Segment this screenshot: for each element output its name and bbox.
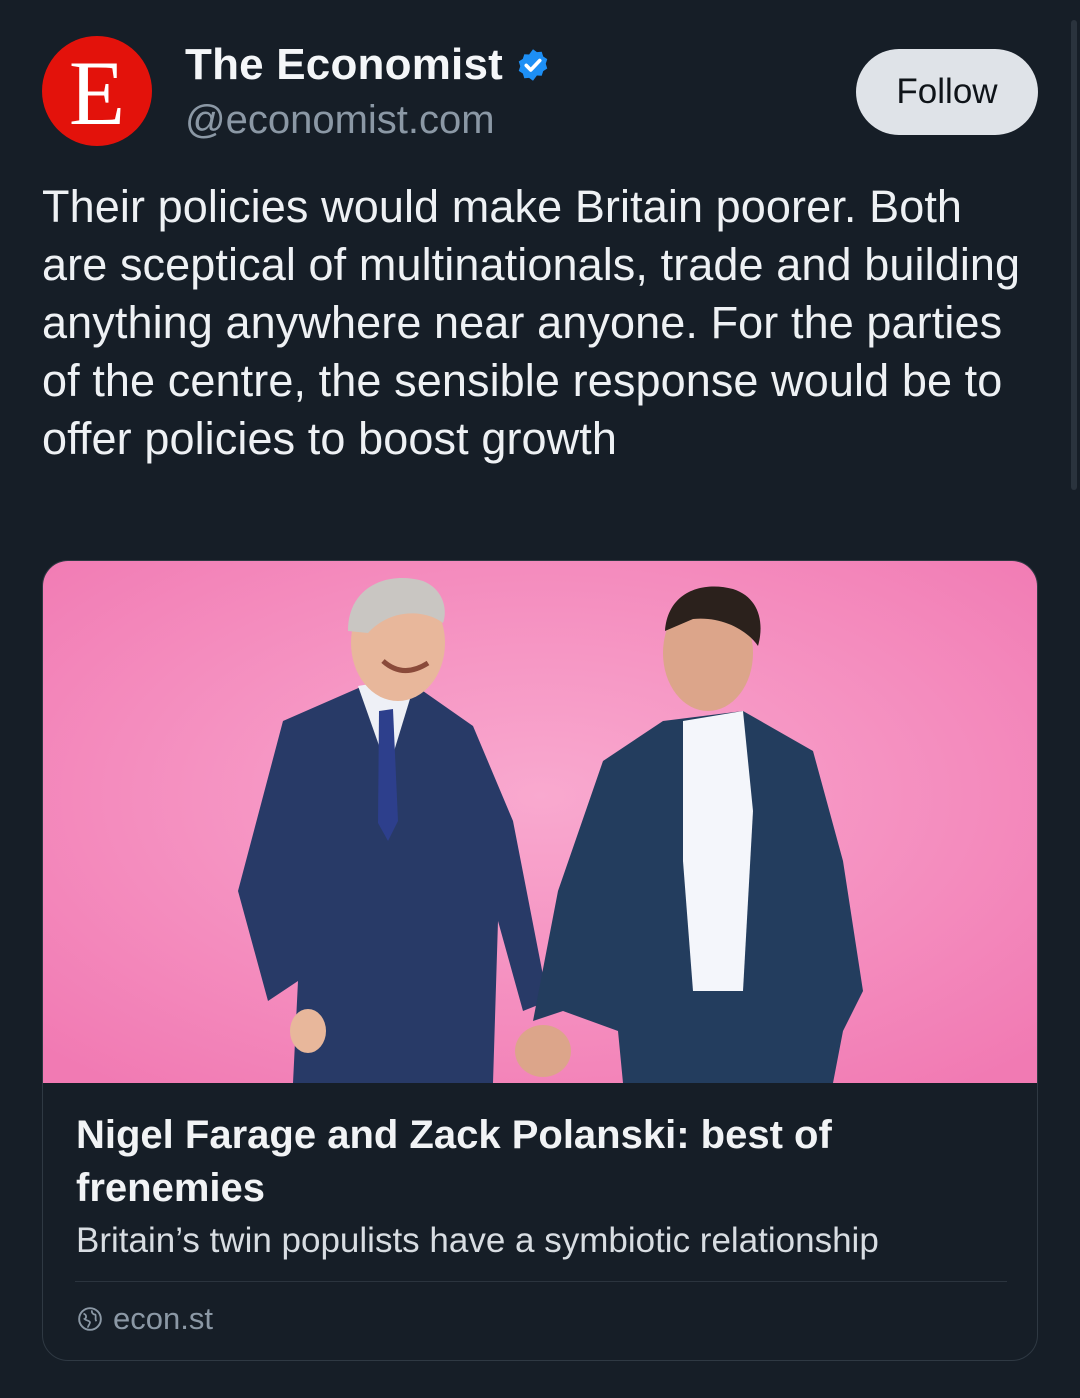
- link-card-description: Britain’s twin populists have a symbioti…: [76, 1221, 879, 1260]
- link-card-title[interactable]: Nigel Farage and Zack Polanski: best of …: [76, 1109, 1006, 1215]
- post-page: E The Economist @economist.com Follow Th…: [0, 0, 1080, 1398]
- scrollbar-thumb[interactable]: [1071, 20, 1077, 490]
- avatar-letter: E: [68, 42, 126, 144]
- account-name-row[interactable]: The Economist: [185, 40, 551, 90]
- link-card[interactable]: Nigel Farage and Zack Polanski: best of …: [42, 560, 1038, 1361]
- account-handle[interactable]: @economist.com: [185, 98, 495, 143]
- link-card-image[interactable]: [43, 561, 1037, 1083]
- verified-badge-icon: [518, 49, 548, 81]
- domain-text: econ.st: [113, 1301, 213, 1336]
- illustration: [43, 561, 1037, 1083]
- link-card-domain[interactable]: econ.st: [77, 1301, 213, 1337]
- divider: [75, 1281, 1007, 1282]
- globe-icon: [78, 1307, 102, 1331]
- post-text: Their policies would make Britain poorer…: [42, 181, 1021, 464]
- follow-button[interactable]: Follow: [856, 49, 1038, 135]
- account-name[interactable]: The Economist: [185, 40, 503, 90]
- post-header: E The Economist @economist.com Follow: [42, 36, 1038, 148]
- avatar[interactable]: E: [42, 36, 152, 146]
- scrollbar[interactable]: [1068, 0, 1080, 1398]
